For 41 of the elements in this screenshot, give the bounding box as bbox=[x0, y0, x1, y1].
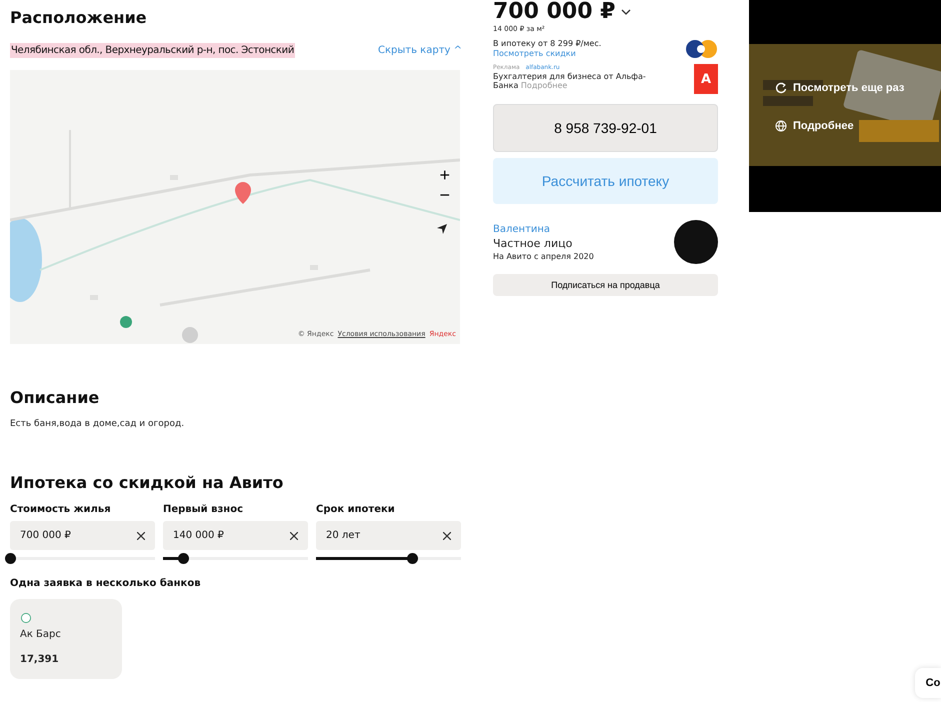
section-title: Расположение bbox=[10, 8, 148, 27]
clear-icon[interactable] bbox=[137, 532, 145, 540]
bank-logos-icon bbox=[684, 40, 718, 58]
chat-button[interactable]: Co bbox=[915, 668, 941, 698]
navigation-arrow-icon[interactable] bbox=[437, 224, 447, 234]
field-label: Стоимость жилья bbox=[10, 504, 112, 515]
bank-card[interactable]: Ак Барс 17,391 bbox=[10, 599, 122, 679]
field-label: Срок ипотеки bbox=[316, 504, 396, 515]
slider-thumb[interactable] bbox=[178, 553, 190, 564]
phone-button[interactable]: 8 958 739-92-01 bbox=[493, 104, 718, 152]
subscribe-button[interactable]: Подписаться на продавца bbox=[493, 274, 718, 296]
bank-logo-icon bbox=[20, 613, 32, 623]
more-button[interactable]: Подробнее bbox=[775, 120, 854, 132]
zoom-in-button[interactable]: + bbox=[439, 166, 450, 184]
seller-avatar bbox=[674, 220, 718, 264]
slider-thumb[interactable] bbox=[406, 553, 418, 564]
address-text: Челябинская обл., Верхнеуральский р-н, пос. Эстонский bbox=[10, 43, 296, 58]
field-label: Первый взнос bbox=[163, 504, 244, 515]
bank-name: Ак Барс bbox=[20, 629, 62, 640]
section-title: Ипотека со скидкой на Авито bbox=[10, 473, 284, 492]
description-text: Есть баня,вода в доме,сад и огород. bbox=[10, 419, 186, 429]
globe-icon bbox=[775, 120, 787, 132]
input-field[interactable]: 140 000 ₽ bbox=[163, 521, 308, 550]
chevron-down-icon[interactable] bbox=[621, 8, 632, 15]
section-title: Описание bbox=[10, 388, 100, 407]
seller-since: На Авито с апреля 2020 bbox=[493, 252, 594, 261]
input-field[interactable]: 20 лет bbox=[316, 521, 461, 550]
clear-icon[interactable] bbox=[290, 532, 298, 540]
zoom-out-button[interactable]: − bbox=[439, 186, 450, 204]
bank-rate: 17,391 bbox=[20, 654, 60, 665]
seller-type: Частное лицо bbox=[493, 236, 574, 250]
subsection-title: Одна заявка в несколько банков bbox=[10, 578, 202, 589]
ad-text: Бухгалтерия для бизнеса от Альфа-Банка Подробнее bbox=[493, 72, 647, 90]
clear-icon[interactable] bbox=[443, 532, 451, 540]
input-field[interactable]: 700 000 ₽ bbox=[10, 521, 155, 550]
slider-thumb[interactable] bbox=[5, 553, 16, 564]
mortgage-text: В ипотеку от 8 299 ₽/мес. bbox=[493, 39, 602, 48]
replay-icon bbox=[775, 82, 787, 94]
price-text: 700 000 ₽ bbox=[493, 0, 616, 24]
ad-logo: А bbox=[694, 64, 718, 94]
replay-button[interactable]: Посмотреть еще раз bbox=[775, 82, 904, 94]
